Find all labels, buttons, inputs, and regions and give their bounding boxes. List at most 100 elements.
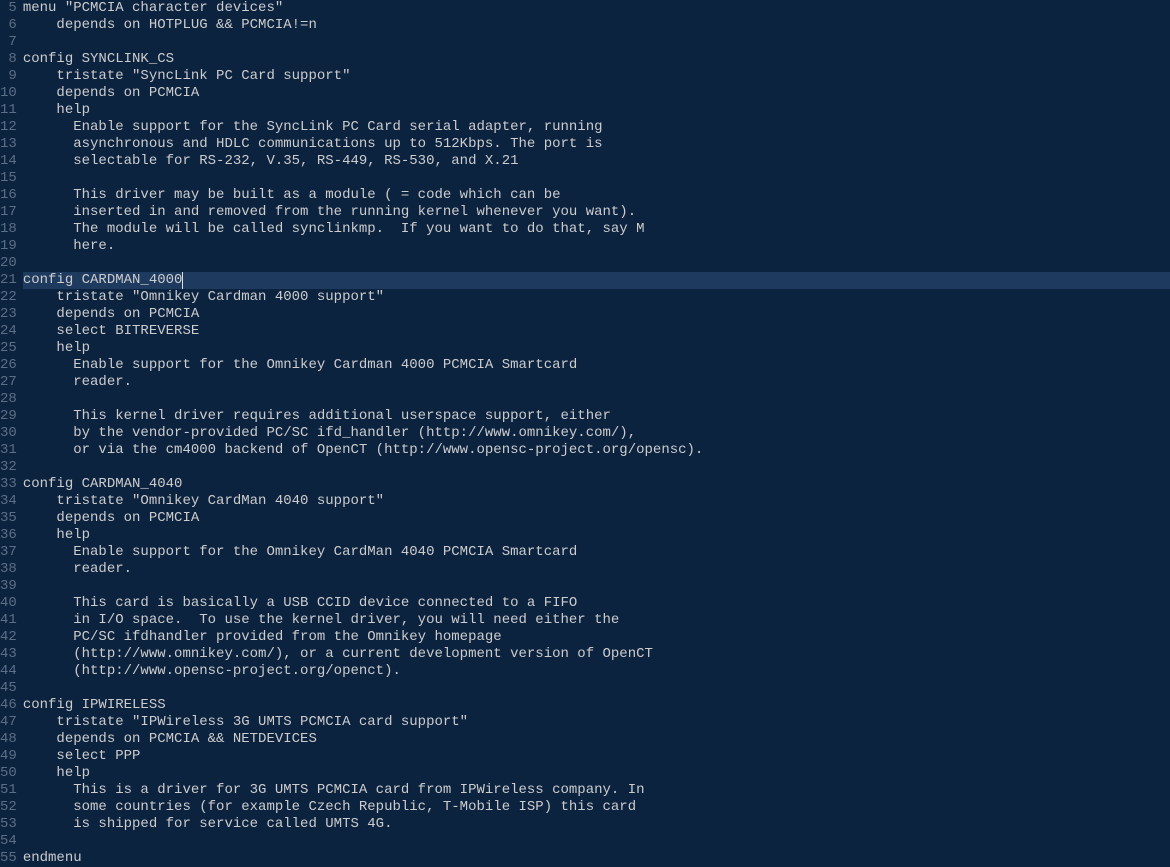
code-area[interactable]: menu "PCMCIA character devices" depends …	[19, 0, 1170, 867]
line-number: 12	[0, 119, 19, 136]
code-line[interactable]	[23, 833, 1170, 850]
line-number: 54	[0, 833, 19, 850]
code-line[interactable]	[23, 170, 1170, 187]
line-number: 26	[0, 357, 19, 374]
line-number: 23	[0, 306, 19, 323]
code-line[interactable]: or via the cm4000 backend of OpenCT (htt…	[23, 442, 1170, 459]
line-number: 31	[0, 442, 19, 459]
code-line[interactable]: select PPP	[23, 748, 1170, 765]
code-line[interactable]: This card is basically a USB CCID device…	[23, 595, 1170, 612]
line-number: 43	[0, 646, 19, 663]
code-line[interactable]: by the vendor-provided PC/SC ifd_handler…	[23, 425, 1170, 442]
code-line[interactable]: tristate "SyncLink PC Card support"	[23, 68, 1170, 85]
line-number: 5	[0, 0, 19, 17]
code-line[interactable]: This is a driver for 3G UMTS PCMCIA card…	[23, 782, 1170, 799]
code-line[interactable]	[23, 34, 1170, 51]
line-number: 6	[0, 17, 19, 34]
code-line[interactable]: help	[23, 340, 1170, 357]
line-number: 18	[0, 221, 19, 238]
code-line[interactable]	[23, 680, 1170, 697]
line-number: 37	[0, 544, 19, 561]
line-number: 17	[0, 204, 19, 221]
code-line[interactable]	[23, 391, 1170, 408]
line-number: 40	[0, 595, 19, 612]
code-line[interactable]: help	[23, 765, 1170, 782]
line-number: 36	[0, 527, 19, 544]
line-number: 47	[0, 714, 19, 731]
line-number: 16	[0, 187, 19, 204]
code-line[interactable]: tristate "Omnikey Cardman 4000 support"	[23, 289, 1170, 306]
code-line[interactable]: asynchronous and HDLC communications up …	[23, 136, 1170, 153]
code-line[interactable]: (http://www.omnikey.com/), or a current …	[23, 646, 1170, 663]
line-number: 21	[0, 272, 19, 289]
code-line[interactable]: depends on PCMCIA	[23, 306, 1170, 323]
code-line[interactable]: menu "PCMCIA character devices"	[23, 0, 1170, 17]
line-number: 53	[0, 816, 19, 833]
text-cursor	[182, 272, 183, 289]
code-line[interactable]: The module will be called synclinkmp. If…	[23, 221, 1170, 238]
code-line[interactable]: config SYNCLINK_CS	[23, 51, 1170, 68]
line-number: 32	[0, 459, 19, 476]
code-line[interactable]: inserted in and removed from the running…	[23, 204, 1170, 221]
code-line[interactable]	[23, 578, 1170, 595]
line-number: 9	[0, 68, 19, 85]
code-line[interactable]: config CARDMAN_4000	[23, 272, 1170, 289]
line-number: 27	[0, 374, 19, 391]
code-line[interactable]: help	[23, 527, 1170, 544]
line-number: 14	[0, 153, 19, 170]
code-line[interactable]: config CARDMAN_4040	[23, 476, 1170, 493]
line-number: 45	[0, 680, 19, 697]
code-line[interactable]: Enable support for the Omnikey Cardman 4…	[23, 357, 1170, 374]
code-line[interactable]: endmenu	[23, 850, 1170, 867]
line-number-gutter: 5678910111213141516171819202122232425262…	[0, 0, 19, 867]
code-line[interactable]: (http://www.opensc-project.org/openct).	[23, 663, 1170, 680]
code-line[interactable]	[23, 459, 1170, 476]
code-line[interactable]: select BITREVERSE	[23, 323, 1170, 340]
code-editor[interactable]: 5678910111213141516171819202122232425262…	[0, 0, 1170, 867]
code-line[interactable]: Enable support for the Omnikey CardMan 4…	[23, 544, 1170, 561]
code-line[interactable]: depends on PCMCIA	[23, 85, 1170, 102]
line-number: 52	[0, 799, 19, 816]
line-number: 39	[0, 578, 19, 595]
code-line[interactable]: depends on HOTPLUG && PCMCIA!=n	[23, 17, 1170, 34]
code-line[interactable]	[23, 255, 1170, 272]
code-line[interactable]: is shipped for service called UMTS 4G.	[23, 816, 1170, 833]
line-number: 25	[0, 340, 19, 357]
code-line[interactable]: some countries (for example Czech Republ…	[23, 799, 1170, 816]
line-number: 10	[0, 85, 19, 102]
line-number: 20	[0, 255, 19, 272]
line-number: 35	[0, 510, 19, 527]
line-number: 55	[0, 850, 19, 867]
line-number: 28	[0, 391, 19, 408]
line-number: 44	[0, 663, 19, 680]
line-number: 15	[0, 170, 19, 187]
code-line[interactable]: help	[23, 102, 1170, 119]
code-line[interactable]: reader.	[23, 374, 1170, 391]
line-number: 49	[0, 748, 19, 765]
code-line[interactable]: tristate "IPWireless 3G UMTS PCMCIA card…	[23, 714, 1170, 731]
line-number: 29	[0, 408, 19, 425]
code-line[interactable]: selectable for RS-232, V.35, RS-449, RS-…	[23, 153, 1170, 170]
line-number: 7	[0, 34, 19, 51]
code-line[interactable]: depends on PCMCIA && NETDEVICES	[23, 731, 1170, 748]
line-number: 42	[0, 629, 19, 646]
code-line[interactable]: config IPWIRELESS	[23, 697, 1170, 714]
line-number: 8	[0, 51, 19, 68]
line-number: 38	[0, 561, 19, 578]
code-line[interactable]: reader.	[23, 561, 1170, 578]
code-line[interactable]: This kernel driver requires additional u…	[23, 408, 1170, 425]
code-line[interactable]: This driver may be built as a module ( =…	[23, 187, 1170, 204]
code-line[interactable]: tristate "Omnikey CardMan 4040 support"	[23, 493, 1170, 510]
line-number: 41	[0, 612, 19, 629]
line-number: 51	[0, 782, 19, 799]
code-line[interactable]: depends on PCMCIA	[23, 510, 1170, 527]
line-number: 13	[0, 136, 19, 153]
line-number: 22	[0, 289, 19, 306]
line-number: 11	[0, 102, 19, 119]
code-line[interactable]: here.	[23, 238, 1170, 255]
code-line[interactable]: PC/SC ifdhandler provided from the Omnik…	[23, 629, 1170, 646]
line-number: 19	[0, 238, 19, 255]
line-number: 34	[0, 493, 19, 510]
code-line[interactable]: Enable support for the SyncLink PC Card …	[23, 119, 1170, 136]
code-line[interactable]: in I/O space. To use the kernel driver, …	[23, 612, 1170, 629]
